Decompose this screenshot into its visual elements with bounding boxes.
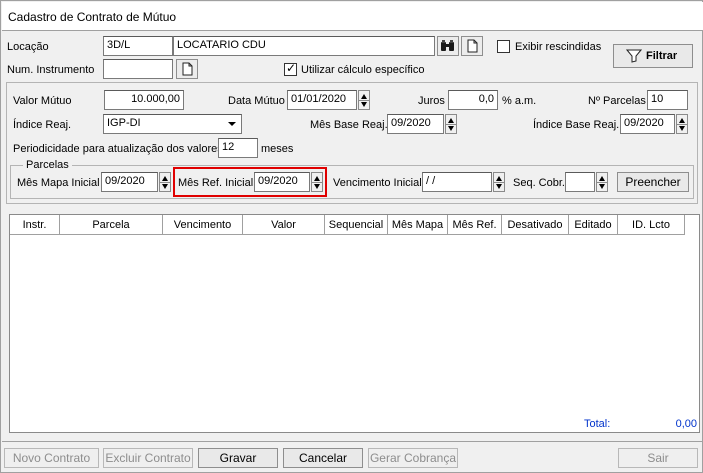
title-bar: Cadastro de Contrato de Mútuo [2,2,703,30]
binoculars-icon [441,40,454,51]
utilizar-calculo-checkbox[interactable]: ✓ [284,61,297,76]
grid-header-id-lcto[interactable]: ID. Lcto [618,215,685,235]
juros-unit: % a.m. [502,95,537,107]
data-mutuo-spinner[interactable] [358,90,370,110]
num-parcelas-label: Nº Parcelas [588,95,646,107]
excluir-contrato-label: Excluir Contrato [105,451,191,465]
footer-divider [2,441,703,442]
mes-mapa-inicial-spinner[interactable] [159,172,171,192]
gravar-button[interactable]: Gravar [198,448,278,468]
preencher-button[interactable]: Preencher [617,172,689,192]
parcelas-grid[interactable]: Instr. Parcela Vencimento Valor Sequenci… [9,214,700,433]
excluir-contrato-button[interactable]: Excluir Contrato [103,448,193,468]
periodicidade-unit: meses [261,143,294,155]
locacao-code-field[interactable]: 3D/L [103,36,173,56]
juros-field[interactable]: 0,0 [448,90,498,110]
valor-mutuo-label: Valor Mútuo [13,95,72,107]
gerar-cobranca-label: Gerar Cobrança [369,451,457,465]
document-icon [182,62,193,76]
mes-base-reaj-field[interactable]: 09/2020 [387,114,444,134]
grid-header-sequencial[interactable]: Sequencial [325,215,388,235]
dropdown-arrow-icon [224,116,240,132]
indice-base-reaj-spinner[interactable] [676,114,688,134]
grid-header-vencimento[interactable]: Vencimento [163,215,243,235]
cancelar-button[interactable]: Cancelar [283,448,363,468]
exibir-rescindidas-label: Exibir rescindidas [515,41,602,53]
total-value: 0,00 [675,418,697,430]
gravar-label: Gravar [219,451,257,465]
instrumento-document-button[interactable] [176,59,198,79]
novo-contrato-label: Novo Contrato [12,451,91,465]
mes-mapa-inicial-label: Mês Mapa Inicial [17,177,100,189]
checkmark-icon: ✓ [286,61,297,75]
seq-cobr-label: Seq. Cobr. [513,177,565,189]
mes-ref-inicial-field[interactable]: 09/2020 [254,172,310,192]
binoculars-search-button[interactable] [437,36,459,56]
seq-cobr-spinner[interactable] [596,172,608,192]
grid-header-instr[interactable]: Instr. [10,215,60,235]
novo-contrato-button[interactable]: Novo Contrato [4,448,99,468]
filter-icon [626,49,642,63]
locacao-name-field[interactable]: LOCATARIO CDU [173,36,435,56]
exibir-rescindidas-checkbox[interactable] [497,40,510,53]
sair-button[interactable]: Sair [618,448,698,468]
sair-label: Sair [647,451,669,465]
indice-reaj-select[interactable]: IGP-DI [103,114,242,134]
indice-reaj-label: Índice Reaj. [13,119,72,131]
vencimento-inicial-spinner[interactable] [493,172,505,192]
cancelar-label: Cancelar [298,451,348,465]
indice-base-reaj-field[interactable]: 09/2020 [620,114,675,134]
mes-ref-inicial-label: Mês Ref. Inicial [178,177,254,189]
indice-reaj-value: IGP-DI [107,117,141,129]
periodicidade-label: Periodicidade para atualização dos valor… [13,143,223,155]
filtrar-label: Filtrar [646,50,678,62]
total-label: Total: [584,418,611,430]
filtrar-button[interactable]: Filtrar [613,44,693,68]
vencimento-inicial-label: Vencimento Inicial [333,177,422,189]
vencimento-inicial-field[interactable]: / / [422,172,492,192]
indice-base-reaj-label: Índice Base Reaj. [533,119,620,131]
locacao-label: Locação [7,41,49,53]
data-mutuo-label: Data Mútuo [228,95,285,107]
grid-header-valor[interactable]: Valor [243,215,325,235]
utilizar-calculo-label: Utilizar cálculo específico [301,64,425,76]
num-instrumento-label: Num. Instrumento [7,64,95,76]
mes-base-reaj-spinner[interactable] [445,114,457,134]
mes-ref-inicial-spinner[interactable] [311,172,323,192]
mes-base-reaj-label: Mês Base Reaj. [310,119,388,131]
juros-label: Juros [418,95,445,107]
grid-header-desativado[interactable]: Desativado [502,215,569,235]
parcelas-group-label: Parcelas [23,159,72,171]
num-parcelas-field[interactable]: 10 [647,90,688,110]
document-icon [467,39,478,53]
grid-footer: Total: 0,00 [10,414,699,432]
num-instrumento-field[interactable] [103,59,173,79]
title-divider [2,30,703,31]
periodicidade-field[interactable]: 12 [218,138,258,158]
mes-mapa-inicial-field[interactable]: 09/2020 [101,172,158,192]
grid-header-mes-ref[interactable]: Mês Ref. [448,215,502,235]
window-title: Cadastro de Contrato de Mútuo [8,10,177,24]
grid-header-editado[interactable]: Editado [569,215,618,235]
grid-header-parcela[interactable]: Parcela [60,215,163,235]
gerar-cobranca-button[interactable]: Gerar Cobrança [368,448,458,468]
new-document-button[interactable] [461,36,483,56]
valor-mutuo-field[interactable]: 10.000,00 [104,90,184,110]
grid-header-mes-mapa[interactable]: Mês Mapa [388,215,448,235]
seq-cobr-field[interactable] [565,172,595,192]
contract-window: Cadastro de Contrato de Mútuo Locação 3D… [0,0,703,473]
data-mutuo-field[interactable]: 01/01/2020 [287,90,357,110]
